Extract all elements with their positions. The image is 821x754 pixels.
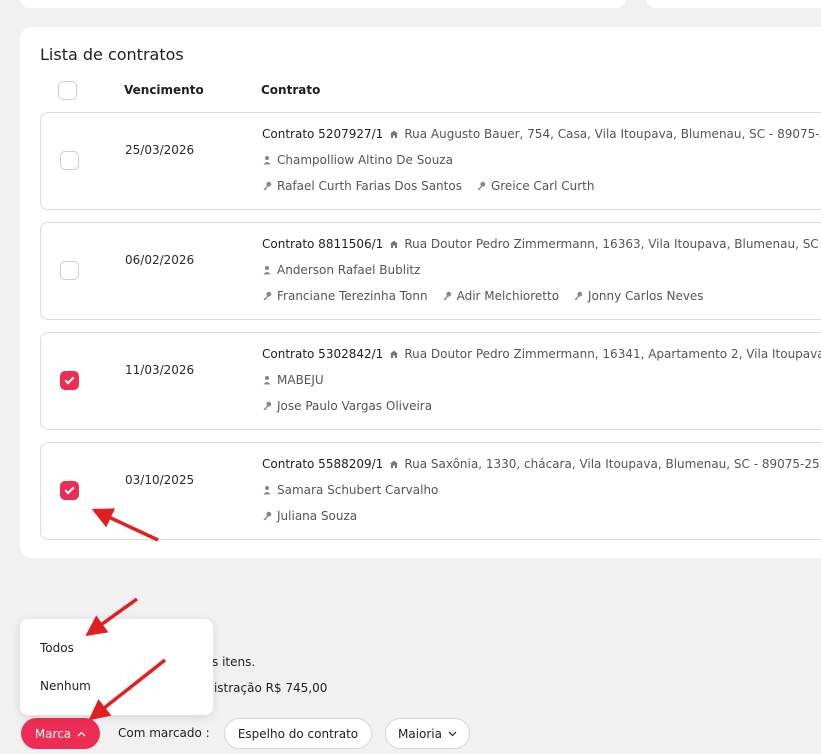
contract-number[interactable]: Contrato 8811506/1 (262, 237, 383, 251)
row-checkbox[interactable] (60, 481, 79, 500)
table-row[interactable]: 25/03/2026 Contrato 5207927/1 Rua Augusto … (40, 112, 821, 210)
row-owner-line: Rafael Curth Farias Dos Santos Greice Car… (262, 179, 594, 193)
maioria-select[interactable]: Maioria (385, 718, 470, 749)
row-owner-line: Juliana Souza (262, 509, 357, 523)
person-icon (263, 156, 271, 165)
menu-item-todos[interactable]: Todos (40, 641, 74, 655)
row-tenant-line: MABEJU (262, 373, 324, 387)
chevron-up-icon (77, 731, 86, 736)
contract-number[interactable]: Contrato 5207927/1 (262, 127, 383, 141)
key-icon (443, 291, 451, 301)
key-icon (477, 181, 486, 191)
with-marked-label: Com marcado : (118, 726, 210, 740)
panel-title: Lista de contratos (40, 45, 184, 64)
tenant-name: Samara Schubert Carvalho (277, 483, 439, 497)
espelho-contrato-label: Espelho do contrato (237, 726, 359, 741)
admin-total-text: inistração R$ 745,00 (203, 681, 328, 695)
key-icon (263, 511, 272, 521)
contract-address: Rua Saxônia, 1330, chácara, Vila Itoupav… (404, 457, 821, 471)
items-summary-text: s itens. (212, 655, 256, 669)
row-checkbox[interactable] (60, 151, 79, 170)
row-due-date: 25/03/2026 (125, 143, 195, 157)
key-icon (574, 291, 583, 301)
key-icon (263, 401, 272, 411)
person-icon (263, 266, 271, 275)
contract-number[interactable]: Contrato 5588209/1 (262, 457, 383, 471)
row-due-date: 11/03/2026 (125, 363, 195, 377)
owner-name: Adir Melchioretto (456, 289, 560, 303)
top-card-right (646, 0, 821, 8)
person-icon (263, 376, 271, 385)
maioria-select-label: Maioria (397, 726, 442, 741)
marca-button[interactable]: Marca (21, 718, 100, 749)
owner-name: Juliana Souza (277, 509, 358, 523)
row-checkbox[interactable] (60, 371, 79, 390)
row-tenant-line: Samara Schubert Carvalho (262, 483, 438, 497)
row-tenant-line: Champolliow Altino De Souza (262, 153, 453, 167)
row-contract-line: Contrato 5302842/1 Rua Doutor Pedro Zimme… (262, 347, 821, 361)
home-icon (390, 130, 399, 138)
key-icon (263, 181, 272, 191)
contract-address: Rua Doutor Pedro Zimmermann, 16363, Vila… (404, 237, 821, 251)
top-card-left (20, 0, 626, 8)
table-row[interactable]: 03/10/2025 Contrato 5588209/1 Rua Saxônia,… (40, 442, 821, 540)
owner-name: Rafael Curth Farias Dos Santos (277, 179, 462, 193)
menu-item-nenhum[interactable]: Nenhum (40, 679, 91, 693)
owner-name: Greice Carl Curth (490, 179, 595, 193)
contracts-panel: Lista de contratos Vencimento Contrato 2… (20, 27, 821, 558)
row-tenant-line: Anderson Rafael Bublitz (262, 263, 420, 277)
home-icon (390, 350, 399, 358)
tenant-name: Anderson Rafael Bublitz (277, 263, 421, 277)
column-header-date: Vencimento (124, 83, 204, 97)
select-all-checkbox[interactable] (58, 81, 77, 100)
contract-address: Rua Augusto Bauer, 754, Casa, Vila Itoup… (404, 127, 821, 141)
column-header-contract: Contrato (261, 83, 321, 97)
tenant-name: Champolliow Altino De Souza (277, 153, 453, 167)
row-contract-line: Contrato 5588209/1 Rua Saxônia, 1330, chá… (262, 457, 821, 471)
contract-address: Rua Doutor Pedro Zimmermann, 16341, Apar… (404, 347, 821, 361)
row-contract-line: Contrato 8811506/1 Rua Doutor Pedro Zimme… (262, 237, 821, 251)
select-dropdown-menu: Todos Nenhum (20, 619, 213, 715)
tenant-name: MABEJU (277, 373, 324, 387)
chevron-down-icon (448, 731, 457, 736)
table-row[interactable]: 06/02/2026 Contrato 8811506/1 Rua Doutor P… (40, 222, 821, 320)
key-icon (263, 291, 272, 301)
home-icon (390, 460, 399, 468)
row-contract-line: Contrato 5207927/1 Rua Augusto Bauer, 754… (262, 127, 821, 141)
espelho-contrato-button[interactable]: Espelho do contrato (224, 718, 372, 749)
owner-name: Jonny Carlos Neves (588, 289, 704, 303)
row-due-date: 03/10/2025 (125, 473, 195, 487)
row-owner-line: Jose Paulo Vargas Oliveira (262, 399, 432, 413)
row-owner-line: Franciane Terezinha Tonn Adir Melchiorett… (262, 289, 704, 303)
marca-button-label: Marca (34, 726, 72, 741)
home-icon (390, 240, 399, 248)
contract-number[interactable]: Contrato 5302842/1 (262, 347, 383, 361)
owner-name: Jose Paulo Vargas Oliveira (277, 399, 433, 413)
table-row[interactable]: 11/03/2026 Contrato 5302842/1 Rua Doutor P… (40, 332, 821, 430)
owner-name: Franciane Terezinha Tonn (277, 289, 428, 303)
person-icon (263, 486, 271, 495)
row-due-date: 06/02/2026 (125, 253, 195, 267)
row-checkbox[interactable] (60, 261, 79, 280)
